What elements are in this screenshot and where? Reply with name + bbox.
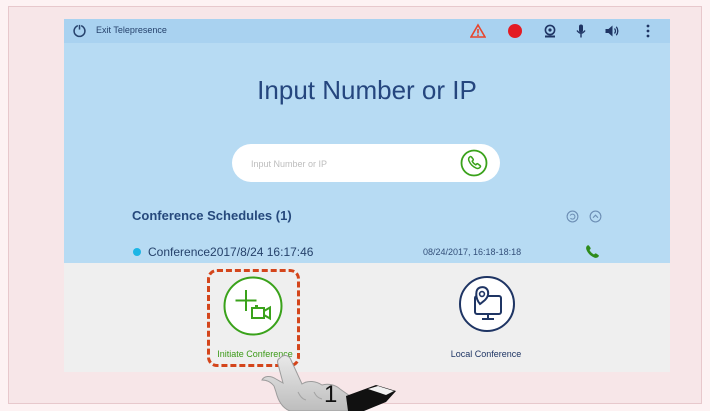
exit-telepresence-link[interactable]: Exit Telepresence <box>96 25 167 35</box>
top-bar: Exit Telepresence <box>64 19 670 43</box>
number-search-box <box>232 144 500 182</box>
schedule-refresh-icon[interactable] <box>566 210 579 223</box>
speaker-icon[interactable] <box>604 23 620 39</box>
number-or-ip-input[interactable] <box>249 155 453 173</box>
step-number-label: 1 <box>324 381 338 408</box>
local-conference-icon <box>459 276 515 332</box>
telepresence-screen: Exit Telepresence Input Number or IP Inp… <box>64 19 670 372</box>
conference-name: Conference2017/8/24 16:17:46 <box>148 245 314 259</box>
conference-schedules-title: Conference Schedules (1) <box>132 208 292 223</box>
microphone-icon[interactable] <box>573 23 589 39</box>
warning-icon[interactable] <box>470 23 486 39</box>
page-title: Input Number or IP <box>257 75 477 105</box>
record-icon[interactable] <box>507 23 523 39</box>
power-icon[interactable] <box>72 23 87 38</box>
schedule-collapse-icon[interactable] <box>589 210 602 223</box>
local-conference-label: Local Conference <box>450 349 522 359</box>
conference-status-dot <box>133 248 141 256</box>
call-button[interactable] <box>460 149 488 177</box>
more-icon[interactable] <box>640 23 656 39</box>
camera-icon[interactable] <box>542 23 558 39</box>
conference-time: 08/24/2017, 16:18-18:18 <box>423 247 522 257</box>
join-conference-phone-icon[interactable] <box>584 244 600 260</box>
conference-list-item[interactable]: Conference2017/8/24 16:17:46 08/24/2017,… <box>64 240 670 262</box>
local-conference-button[interactable]: Local Conference <box>436 271 536 369</box>
